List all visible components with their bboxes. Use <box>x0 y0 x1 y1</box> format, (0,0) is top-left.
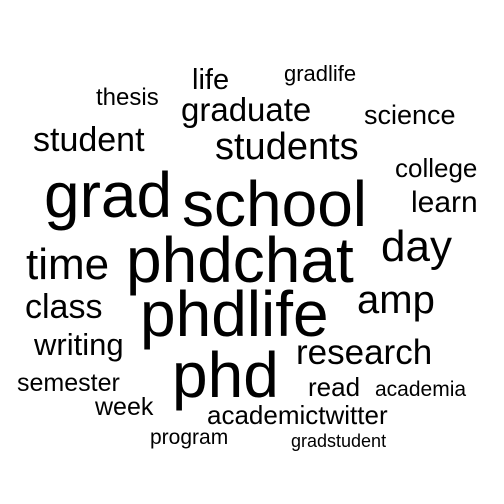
word-day: day <box>381 222 452 271</box>
word-college: college <box>395 153 478 183</box>
word-life: life <box>192 64 230 96</box>
word-program: program <box>150 426 229 449</box>
word-phd: phd <box>172 339 279 411</box>
word-gradlife: gradlife <box>284 61 357 86</box>
word-science: science <box>364 100 456 130</box>
word-graduate: graduate <box>181 91 312 128</box>
word-writing: writing <box>34 327 124 362</box>
word-academictwitter: academictwitter <box>207 400 388 430</box>
word-week: week <box>95 393 154 421</box>
word-student: student <box>33 121 145 159</box>
word-cloud: grad school phdchat phdlife phd time day… <box>0 0 504 504</box>
word-class: class <box>25 288 103 326</box>
word-students: students <box>215 126 359 168</box>
word-grad: grad <box>44 159 173 231</box>
word-thesis: thesis <box>96 84 159 111</box>
word-gradstudent: gradstudent <box>291 431 387 451</box>
word-read: read <box>308 372 361 402</box>
word-academia: academia <box>375 378 467 401</box>
word-time: time <box>26 240 110 289</box>
word-learn: learn <box>411 186 478 219</box>
word-research: research <box>296 333 433 372</box>
word-amp: amp <box>357 278 435 322</box>
